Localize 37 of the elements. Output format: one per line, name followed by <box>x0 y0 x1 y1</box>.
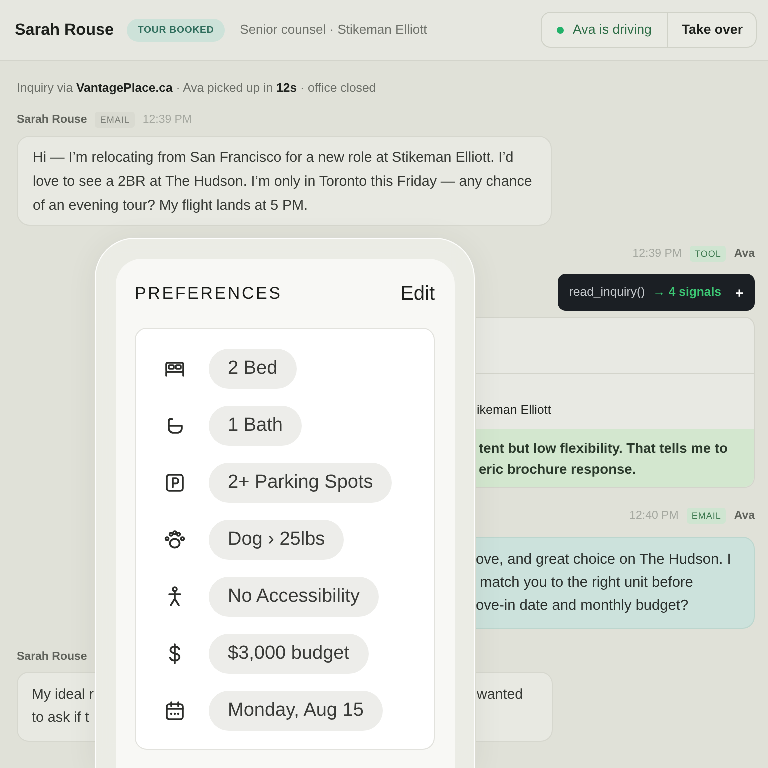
sender-name: Sarah Rouse <box>17 650 88 665</box>
preference-chip: 2+ Parking Spots <box>209 463 392 503</box>
sender-name: Sarah Rouse <box>17 113 88 128</box>
message-time: 12:40 PM <box>630 509 679 524</box>
channel-tag: EMAIL <box>686 508 726 524</box>
channel-tag: TOOL <box>690 246 726 262</box>
parking-icon <box>163 471 187 495</box>
status-dot-icon <box>557 26 564 34</box>
insight-box: tent but low flexibility. That tells me to eric brochure response. <box>476 429 754 487</box>
calendar-icon <box>163 699 187 723</box>
tool-function-name: read_inquiry() <box>569 284 646 302</box>
preference-chip: No Accessibility <box>209 577 379 617</box>
preference-chip: Dog › 25lbs <box>209 520 344 560</box>
preferences-title: PREFERENCES <box>135 283 282 305</box>
card-text: ikeman Elliott <box>476 402 552 419</box>
message-bubble: ove, and great choice on The Hudson. I match you to the right unit before ove-in date and monthly budget? <box>476 537 755 629</box>
take-over-button[interactable]: Take over <box>666 13 756 47</box>
status-badge: TOUR BOOKED <box>126 18 226 42</box>
message-bubble: wanted <box>476 672 553 742</box>
driver-status-label: Ava is driving <box>573 21 652 40</box>
message-bubble: My ideal r to ask if t <box>17 672 95 742</box>
preference-chip: $3,000 budget <box>209 634 369 674</box>
channel-tag: EMAIL <box>95 112 135 128</box>
sender-name: Ava <box>734 247 755 262</box>
preference-chip: Monday, Aug 15 <box>209 691 383 731</box>
contact-subtitle: Senior counsel · Stikeman Elliott <box>240 21 428 40</box>
contact-name: Sarah Rouse <box>15 20 114 41</box>
preference-chip: 1 Bath <box>209 406 302 446</box>
expand-button[interactable]: + <box>730 286 744 300</box>
message-time: 12:39 PM <box>632 247 682 262</box>
edit-link[interactable]: Edit <box>400 281 435 307</box>
message-bubble: Hi — I’m relocating from San Francisco for a new role at Stikeman Elliott. I’d love to see a 2BR at The Hudson. I’m only in Toronto this Friday — any chance of an evening tour? My flight lands at 5 PM. <box>17 136 552 226</box>
preference-chip: 2 Bed <box>209 349 297 389</box>
inquiry-note: Inquiry via VantagePlace.ca · Ava picked up in 12s · office closed <box>17 80 378 97</box>
sender-name: Ava <box>734 509 755 524</box>
message-time: 12:39 PM <box>142 113 192 128</box>
tool-result-label: → 4 signals <box>653 284 722 302</box>
